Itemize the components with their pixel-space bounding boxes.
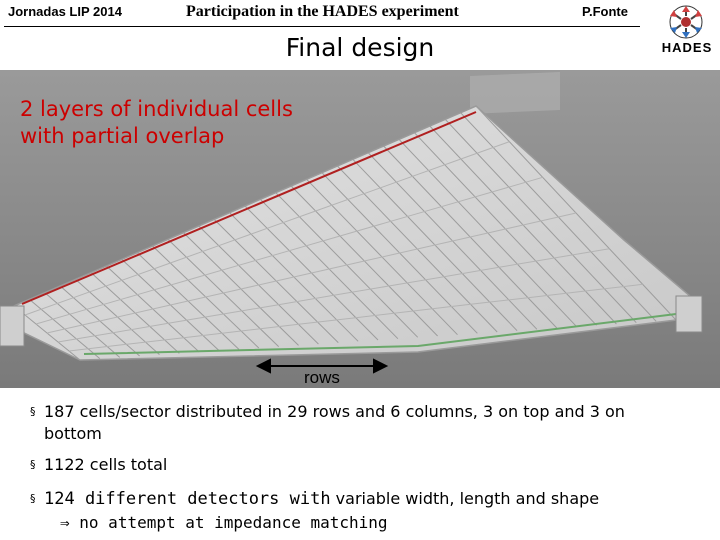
bullet-mark: § <box>30 458 36 471</box>
bullet-mark: § <box>30 405 36 418</box>
bullet-3-text-b: variable width, length and shape <box>330 489 600 508</box>
rows-label: rows <box>304 368 340 387</box>
bullet-2-text: 1122 cells total <box>44 455 168 474</box>
implies-arrow-icon: ⇒ <box>60 513 70 532</box>
header-divider <box>4 26 640 27</box>
overlay-caption-line1: 2 layers of individual cells <box>20 97 293 121</box>
header-talk-title: Participation in the HADES experiment <box>186 3 459 20</box>
overlay-caption: 2 layers of individual cells with partia… <box>20 96 293 150</box>
bullet-3-subpoint: ⇒ no attempt at impedance matching <box>60 512 388 534</box>
bullet-1-line1: 187 cells/sector distributed in 29 rows … <box>44 402 625 421</box>
bullet-1-line2: bottom <box>44 424 102 443</box>
bullet-3-subpoint-text: no attempt at impedance matching <box>79 513 388 532</box>
header-author: P.Fonte <box>582 4 628 19</box>
header-event-name: Jornadas LIP 2014 <box>8 4 122 19</box>
slide-title: Final design <box>285 33 435 62</box>
bullet-different-detectors: § 124 different detectors with variable … <box>30 488 600 510</box>
bullet-cells-total: § 1122 cells total <box>30 454 168 476</box>
bullet-3-text-a: 124 different detectors with <box>44 489 331 509</box>
bullet-mark: § <box>30 492 36 505</box>
bullet-cells-per-sector: § 187 cells/sector distributed in 29 row… <box>30 401 684 445</box>
overlay-caption-line2: with partial overlap <box>20 124 225 148</box>
